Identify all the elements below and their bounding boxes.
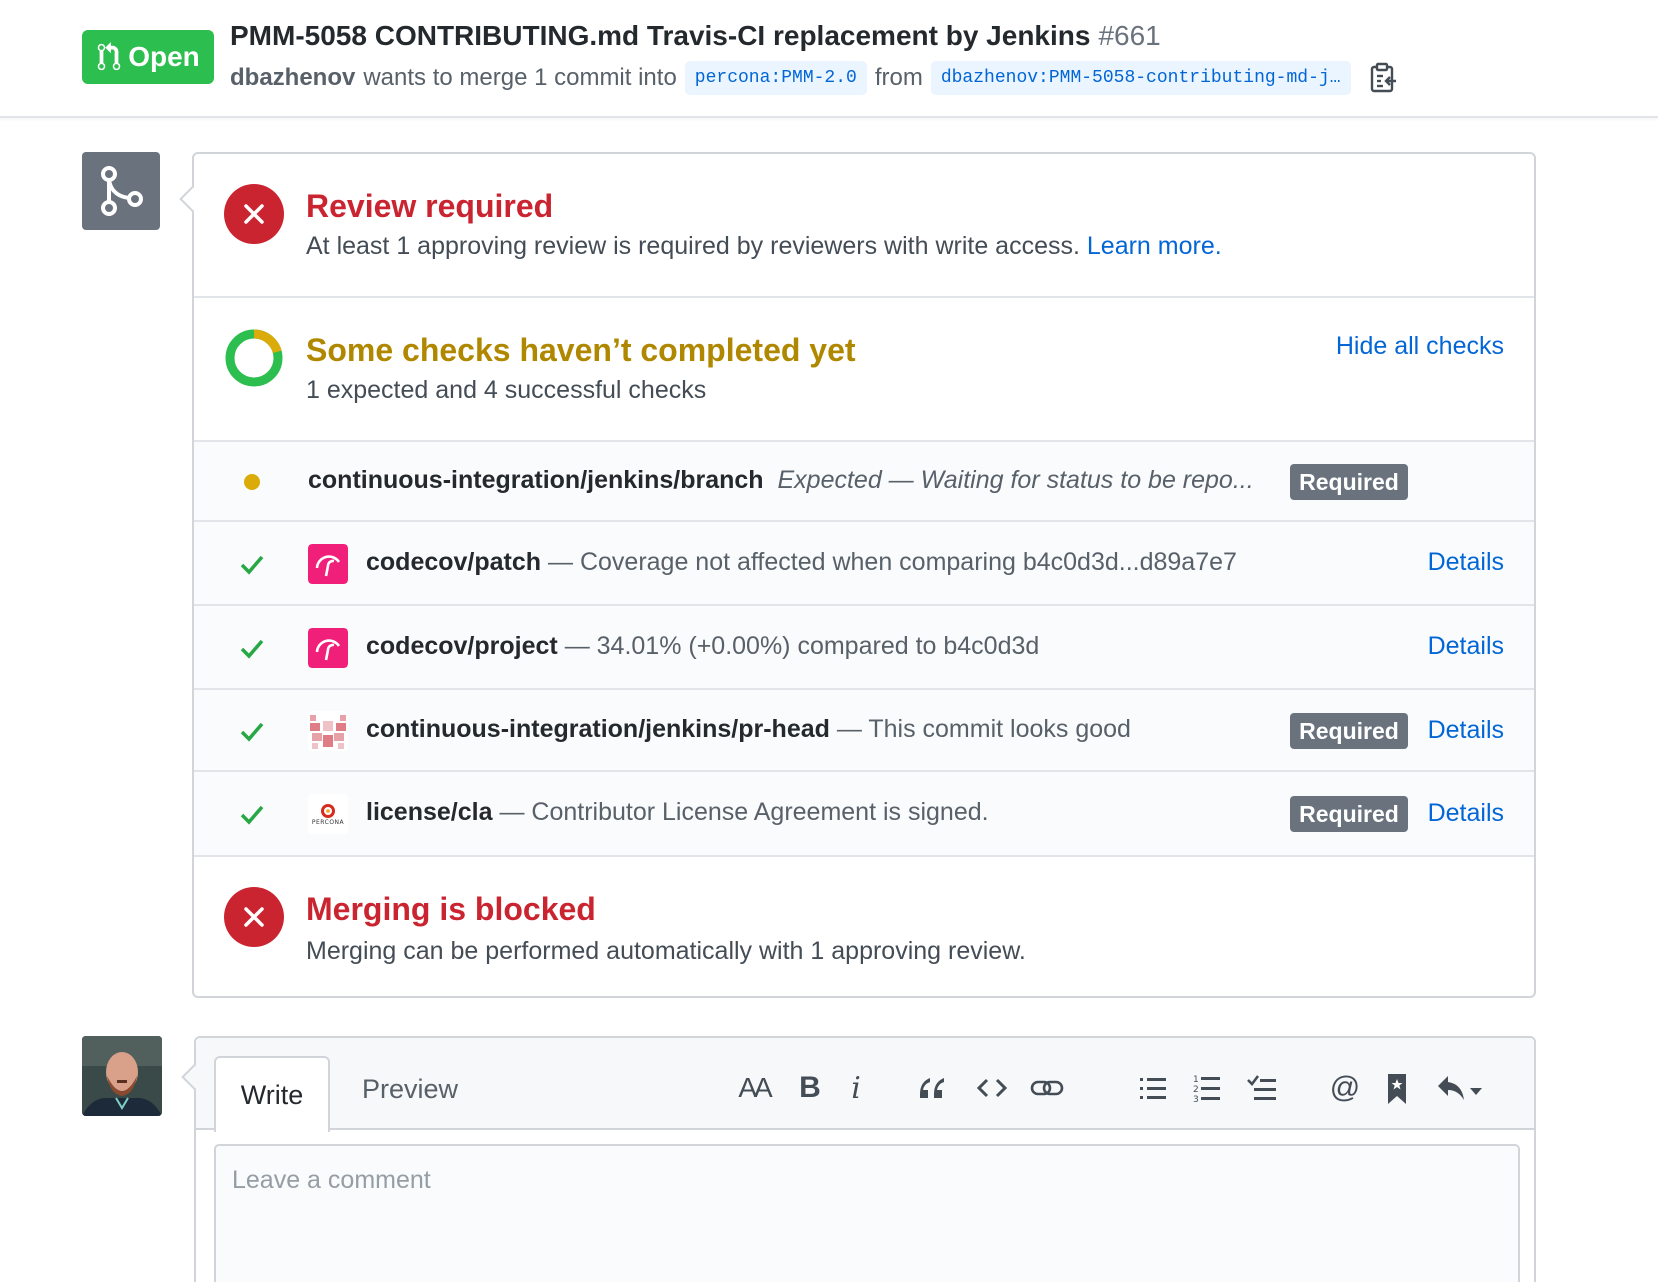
- details-link[interactable]: Details: [1428, 632, 1504, 661]
- text-size-icon[interactable]: AA: [734, 1068, 774, 1108]
- code-icon[interactable]: [976, 1068, 1008, 1108]
- blocked-x-icon: [224, 887, 284, 947]
- check-description: — This commit looks good: [836, 715, 1131, 743]
- quote-icon[interactable]: [916, 1068, 948, 1108]
- pr-meta: dbazhenov wants to merge 1 commit into p…: [230, 60, 1397, 96]
- review-required-description: At least 1 approving review is required …: [306, 232, 1222, 261]
- head-branch[interactable]: dbazhenov:PMM-5058-contributing-md-j…: [930, 61, 1351, 95]
- review-description-text: At least 1 approving review is required …: [306, 232, 1080, 260]
- unordered-list-icon[interactable]: [1138, 1068, 1168, 1108]
- checks-summary-section: Some checks haven’t completed yet 1 expe…: [194, 298, 1534, 442]
- merge-branch-avatar: [82, 152, 160, 230]
- required-label: Required: [1290, 464, 1408, 500]
- review-x-icon: [224, 184, 284, 244]
- codecov-logo-icon: [308, 544, 348, 584]
- learn-more-link[interactable]: Learn more.: [1087, 232, 1222, 260]
- check-description: Expected — Waiting for status to be repo…: [777, 466, 1254, 494]
- check-description: — 34.01% (+0.00%) compared to b4c0d3d: [564, 632, 1040, 660]
- check-context: license/cla: [366, 798, 493, 826]
- clipboard-copy-icon[interactable]: [1369, 62, 1397, 94]
- check-mark-icon: [240, 722, 264, 742]
- link-icon[interactable]: [1030, 1068, 1064, 1108]
- details-link[interactable]: Details: [1428, 716, 1504, 745]
- merging-blocked-title: Merging is blocked: [306, 891, 596, 927]
- check-row-codecov-patch: codecov/patch — Coverage not affected wh…: [194, 522, 1534, 606]
- italic-icon[interactable]: i: [844, 1068, 868, 1108]
- svg-text:3: 3: [1193, 1095, 1199, 1105]
- check-text: codecov/patch — Coverage not affected wh…: [366, 548, 1237, 577]
- check-text: continuous-integration/jenkins/pr-head —…: [366, 715, 1131, 744]
- check-description: — Coverage not affected when comparing b…: [548, 548, 1237, 576]
- check-text: codecov/project — 34.01% (+0.00%) compar…: [366, 632, 1039, 661]
- check-row-codecov-project: codecov/project — 34.01% (+0.00%) compar…: [194, 606, 1534, 690]
- percona-logo-text: PERCONA: [311, 818, 345, 826]
- check-mark-icon: [240, 639, 264, 659]
- details-link[interactable]: Details: [1428, 548, 1504, 577]
- comment-textarea[interactable]: [214, 1144, 1520, 1282]
- check-row-jenkins-pr-head: continuous-integration/jenkins/pr-head —…: [194, 690, 1534, 772]
- user-avatar[interactable]: [82, 1036, 162, 1116]
- reply-dropdown-icon[interactable]: [1434, 1068, 1486, 1108]
- saved-reply-bookmark-icon[interactable]: [1384, 1068, 1410, 1108]
- percona-logo-icon: PERCONA: [308, 794, 348, 834]
- check-context: continuous-integration/jenkins/pr-head: [366, 715, 830, 743]
- codecov-logo-icon: [308, 628, 348, 668]
- pr-state-label: Open: [128, 41, 200, 72]
- task-list-icon[interactable]: [1246, 1068, 1278, 1108]
- details-link[interactable]: Details: [1428, 799, 1504, 828]
- required-label: Required: [1290, 713, 1408, 749]
- pr-number: #661: [1098, 20, 1161, 51]
- jenkins-identicon-icon: [308, 711, 348, 751]
- from-text: from: [874, 64, 923, 91]
- pending-checks-ring-icon: [225, 329, 283, 387]
- merging-blocked-description: Merging can be performed automatically w…: [306, 937, 1026, 965]
- base-branch[interactable]: percona:PMM-2.0: [684, 61, 867, 95]
- check-context: continuous-integration/jenkins/branch: [308, 466, 764, 494]
- git-merge-icon: [101, 166, 143, 216]
- mention-icon[interactable]: @: [1328, 1068, 1362, 1108]
- tab-preview[interactable]: Preview: [362, 1074, 458, 1105]
- ordered-list-icon[interactable]: 1 2 3: [1192, 1068, 1222, 1108]
- review-required-title: Review required: [306, 188, 554, 224]
- pr-meta-text: wants to merge 1 commit into: [363, 64, 677, 91]
- pr-title: PMM-5058 CONTRIBUTING.md Travis-CI repla…: [230, 20, 1161, 52]
- review-required-section: Review required At least 1 approving rev…: [194, 154, 1534, 298]
- required-label: Required: [1290, 796, 1408, 832]
- tab-write[interactable]: Write: [214, 1056, 330, 1132]
- check-mark-icon: [240, 555, 264, 575]
- pull-request-icon: [97, 42, 121, 71]
- user-avatar-image: [82, 1036, 162, 1116]
- merging-blocked-section: Merging is blocked Merging can be perfor…: [194, 857, 1534, 996]
- pending-dot-icon: [244, 474, 260, 490]
- check-text: license/cla — Contributor License Agreem…: [366, 798, 989, 827]
- pr-header: Open PMM-5058 CONTRIBUTING.md Travis-CI …: [0, 0, 1658, 118]
- pr-state-badge: Open: [82, 30, 214, 84]
- hide-all-checks-link[interactable]: Hide all checks: [1336, 332, 1504, 361]
- merge-status-box: Review required At least 1 approving rev…: [179, 152, 1536, 998]
- comment-form: Write Preview AA B i 1 2 3 @ Leave a com…: [181, 1036, 1536, 1282]
- svg-text:2: 2: [1193, 1085, 1199, 1095]
- pr-title-text: PMM-5058 CONTRIBUTING.md Travis-CI repla…: [230, 20, 1091, 51]
- checks-summary: 1 expected and 4 successful checks: [306, 376, 707, 404]
- pr-author-link[interactable]: dbazhenov: [230, 64, 355, 92]
- check-context: codecov/patch: [366, 548, 542, 576]
- bold-icon[interactable]: B: [794, 1068, 826, 1108]
- comment-toolbar-header: Write Preview AA B i 1 2 3 @: [196, 1038, 1534, 1132]
- checks-title: Some checks haven’t completed yet: [306, 332, 856, 368]
- check-context: codecov/project: [366, 632, 558, 660]
- check-mark-icon: [240, 805, 264, 825]
- check-row-jenkins-branch: continuous-integration/jenkins/branch Ex…: [194, 442, 1534, 522]
- check-text: continuous-integration/jenkins/branch Ex…: [308, 466, 1254, 495]
- svg-text:1: 1: [1193, 1075, 1199, 1085]
- percona-mark: [321, 803, 335, 818]
- check-description: — Contributor License Agreement is signe…: [499, 798, 989, 826]
- check-row-license-cla: PERCONA license/cla — Contributor Licens…: [194, 772, 1534, 857]
